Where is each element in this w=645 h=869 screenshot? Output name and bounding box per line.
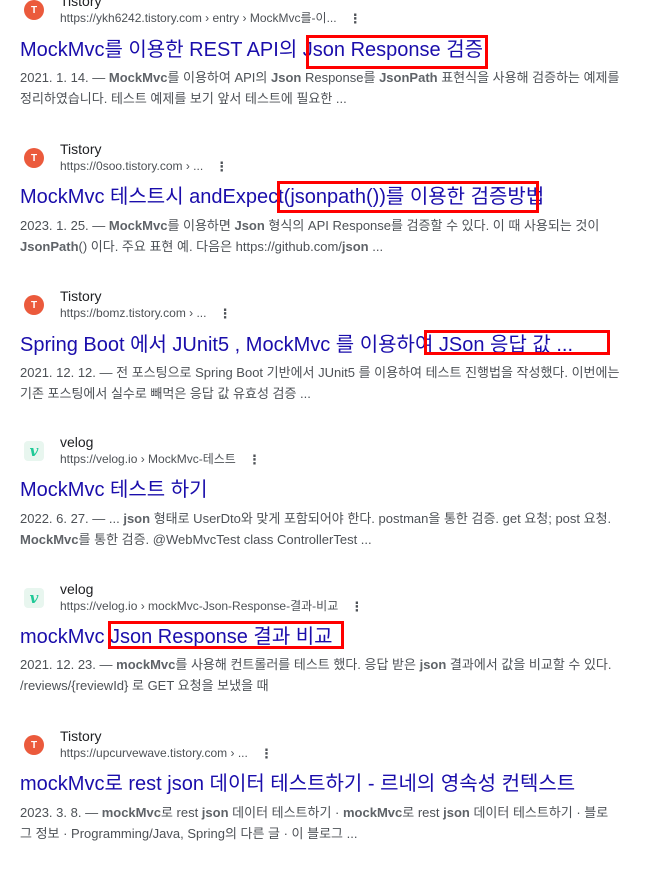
tistory-icon: T — [24, 148, 44, 168]
site-url: https://velog.io › MockMvc-테스트 ⋮ — [60, 451, 261, 467]
site-url: https://ykh6242.tistory.com › entry › Mo… — [60, 10, 362, 26]
more-options-icon[interactable]: ⋮ — [350, 600, 363, 613]
site-header[interactable]: T Tistory https://0soo.tistory.com › ...… — [20, 141, 620, 173]
result-title-link[interactable]: MockMvc 테스트시 andExpect(jsonpath())를 이용한 … — [20, 184, 544, 210]
site-header[interactable]: v velog https://velog.io › mockMvc-Json-… — [20, 581, 620, 613]
result-title-link[interactable]: MockMvc 테스트 하기 — [20, 477, 208, 503]
result-title-link[interactable]: MockMvc를 이용한 REST API의 Json Response 검증 — [20, 37, 483, 63]
site-header[interactable]: T Tistory https://ykh6242.tistory.com › … — [20, 0, 620, 25]
more-options-icon[interactable]: ⋮ — [218, 307, 231, 320]
tistory-icon: T — [24, 295, 44, 315]
result-snippet: 2023. 1. 25. — MockMvc를 이용하면 Json 형식의 AP… — [20, 218, 600, 254]
tistory-icon: T — [24, 735, 44, 755]
site-name: velog — [60, 434, 94, 450]
site-url: https://bomz.tistory.com › ... ⋮ — [60, 305, 232, 321]
velog-icon: v — [24, 441, 44, 461]
result-snippet: 2021. 12. 23. — mockMvc를 사용해 컨트롤러를 테스트 했… — [20, 657, 612, 693]
result-title-link[interactable]: mockMvc로 rest json 데이터 테스트하기 - 르네의 영속성 컨… — [20, 771, 575, 797]
site-name: Tistory — [60, 728, 102, 744]
velog-icon: v — [24, 588, 44, 608]
result-title-link[interactable]: mockMvc Json Response 결과 비교 — [20, 624, 333, 650]
site-name: velog — [60, 581, 94, 597]
result-snippet: 2021. 1. 14. — MockMvc를 이용하여 API의 Json R… — [20, 70, 620, 106]
site-name: Tistory — [60, 288, 102, 304]
result-snippet: 2021. 12. 12. — 전 포스팅으로 Spring Boot 기반에서… — [20, 365, 620, 401]
site-name: Tistory — [60, 0, 102, 9]
site-header[interactable]: v velog https://velog.io › MockMvc-테스트 ⋮ — [20, 434, 620, 466]
result-snippet: 2023. 3. 8. — mockMvc로 rest json 데이터 테스트… — [20, 805, 609, 841]
site-header[interactable]: T Tistory https://bomz.tistory.com › ...… — [20, 288, 620, 320]
more-options-icon[interactable]: ⋮ — [349, 12, 362, 25]
site-url: https://0soo.tistory.com › ... ⋮ — [60, 158, 229, 174]
site-url: https://velog.io › mockMvc-Json-Response… — [60, 598, 364, 614]
site-header[interactable]: T Tistory https://upcurvewave.tistory.co… — [20, 728, 620, 760]
result-snippet: 2022. 6. 27. — ... json 형태로 UserDto와 맞게 … — [20, 511, 612, 547]
site-url: https://upcurvewave.tistory.com › ... ⋮ — [60, 745, 273, 761]
more-options-icon[interactable]: ⋮ — [215, 160, 228, 173]
more-options-icon[interactable]: ⋮ — [260, 747, 273, 760]
more-options-icon[interactable]: ⋮ — [248, 453, 261, 466]
site-name: Tistory — [60, 141, 102, 157]
result-title-link[interactable]: Spring Boot 에서 JUnit5 , MockMvc 를 이용하여 J… — [20, 332, 573, 358]
tistory-icon: T — [24, 0, 44, 20]
